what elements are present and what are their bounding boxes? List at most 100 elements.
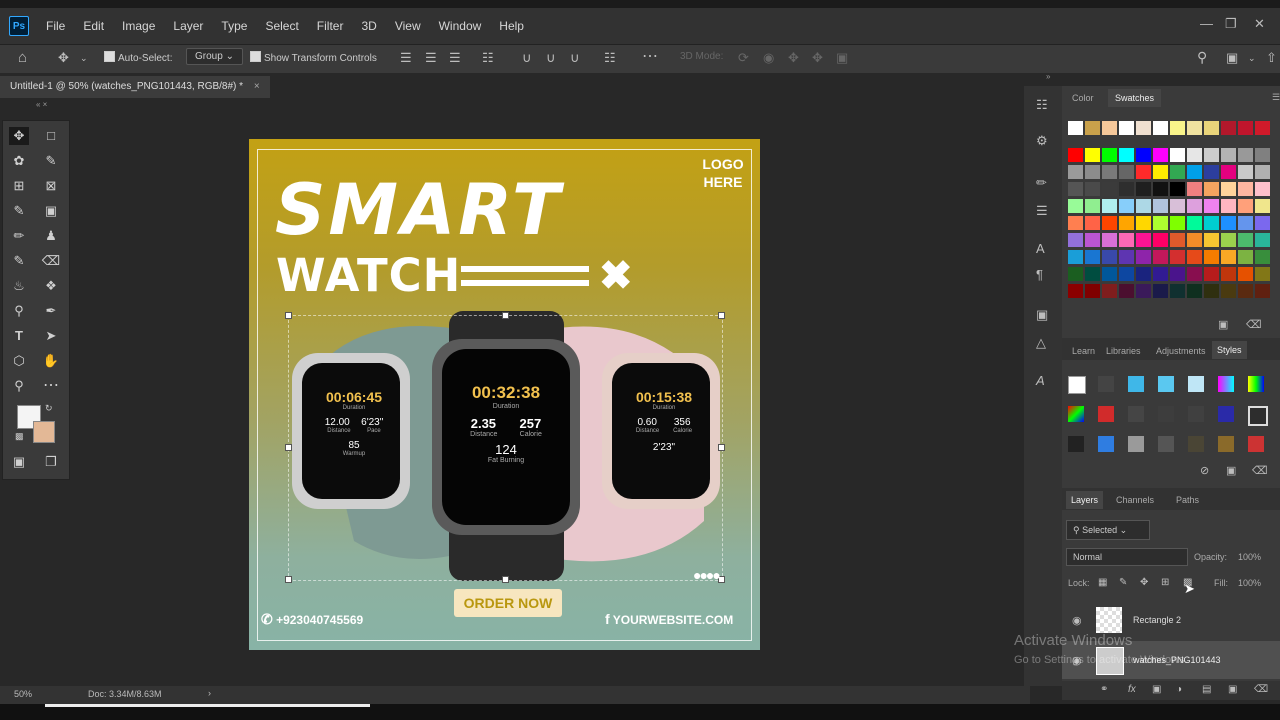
photoshop-app-icon[interactable]: Ps: [9, 16, 29, 36]
swatch[interactable]: [1153, 182, 1168, 196]
swatch[interactable]: [1102, 284, 1117, 298]
align-top-icon[interactable]: ☷: [482, 51, 494, 65]
swatch[interactable]: [1170, 121, 1185, 135]
menu-window[interactable]: Window: [430, 19, 491, 33]
swatch[interactable]: [1170, 267, 1185, 281]
chevron-down-icon[interactable]: ⌄: [80, 51, 88, 65]
swatch[interactable]: [1153, 233, 1168, 247]
swatch[interactable]: [1187, 233, 1202, 247]
style-item[interactable]: [1218, 436, 1234, 452]
delete-layer-icon[interactable]: ⌫: [1254, 683, 1268, 697]
frame-tool-icon[interactable]: ⊠: [41, 177, 61, 195]
tab-adjustments[interactable]: Adjustments: [1156, 346, 1206, 356]
swatch[interactable]: [1136, 148, 1151, 162]
swatch[interactable]: [1068, 284, 1083, 298]
swatch[interactable]: [1204, 233, 1219, 247]
minimize-icon[interactable]: —: [1200, 16, 1213, 31]
swatch[interactable]: [1102, 148, 1117, 162]
home-icon[interactable]: ⌂: [18, 50, 27, 65]
search-icon[interactable]: ⚲: [1197, 50, 1207, 64]
type-tool-icon[interactable]: T: [9, 327, 29, 345]
swatch[interactable]: [1204, 250, 1219, 264]
blend-mode-dropdown[interactable]: Normal: [1066, 548, 1188, 566]
paint-bucket-tool-icon[interactable]: ♨: [9, 277, 29, 295]
chevron-right-icon[interactable]: ›: [208, 688, 211, 698]
eraser-tool-icon[interactable]: ⌫: [41, 252, 61, 270]
quick-mask-icon[interactable]: ▣: [9, 453, 29, 471]
swatch[interactable]: [1085, 165, 1100, 179]
swatch[interactable]: [1085, 216, 1100, 230]
swatch[interactable]: [1136, 267, 1151, 281]
swatch[interactable]: [1187, 121, 1202, 135]
style-item[interactable]: [1158, 406, 1174, 422]
new-style-icon[interactable]: ▣: [1226, 464, 1236, 478]
swatch[interactable]: [1221, 182, 1236, 196]
swatch[interactable]: [1153, 267, 1168, 281]
swatch[interactable]: [1238, 250, 1253, 264]
close-tab-icon[interactable]: ×: [254, 81, 260, 92]
swatch[interactable]: [1153, 148, 1168, 162]
swatch[interactable]: [1102, 250, 1117, 264]
swatch[interactable]: [1204, 121, 1219, 135]
swatch[interactable]: [1255, 148, 1270, 162]
swatch[interactable]: [1136, 284, 1151, 298]
menu-edit[interactable]: Edit: [74, 19, 113, 33]
style-item[interactable]: [1218, 406, 1234, 422]
transform-handle[interactable]: [285, 312, 292, 319]
auto-select-dropdown[interactable]: Group ⌄: [186, 48, 243, 65]
path-select-tool-icon[interactable]: ➤: [41, 327, 61, 345]
tab-channels[interactable]: Channels: [1116, 495, 1154, 505]
swatch[interactable]: [1170, 216, 1185, 230]
transform-handle[interactable]: [718, 312, 725, 319]
swatch[interactable]: [1085, 284, 1100, 298]
menu-image[interactable]: Image: [113, 19, 164, 33]
swatch[interactable]: [1170, 250, 1185, 264]
menu-filter[interactable]: Filter: [308, 19, 353, 33]
swatch[interactable]: [1068, 121, 1083, 135]
swatch[interactable]: [1119, 121, 1134, 135]
swatch[interactable]: [1153, 250, 1168, 264]
swatch[interactable]: [1187, 148, 1202, 162]
menu-view[interactable]: View: [386, 19, 430, 33]
swatch[interactable]: [1136, 216, 1151, 230]
swap-colors-icon[interactable]: ↻: [45, 403, 53, 414]
adjustment-icon[interactable]: ☰: [1036, 204, 1048, 218]
zoom-tool-icon[interactable]: ⚲: [9, 377, 29, 395]
swatch[interactable]: [1102, 233, 1117, 247]
restore-icon[interactable]: ❐: [1225, 16, 1237, 32]
distribute-bottom-icon[interactable]: ∪: [570, 51, 580, 65]
swatch[interactable]: [1068, 216, 1083, 230]
panel-collapse-icon[interactable]: »: [1046, 72, 1050, 81]
swatch[interactable]: [1255, 284, 1270, 298]
swatch[interactable]: [1136, 182, 1151, 196]
swatch[interactable]: [1068, 165, 1083, 179]
more-options-icon[interactable]: ⋯: [642, 49, 658, 65]
swatch[interactable]: [1119, 233, 1134, 247]
swatch[interactable]: [1119, 148, 1134, 162]
menu-file[interactable]: File: [37, 19, 74, 33]
shape-tool-icon[interactable]: ⬡: [9, 352, 29, 370]
swatch[interactable]: [1119, 284, 1134, 298]
style-item[interactable]: [1248, 406, 1268, 426]
workspace-icon[interactable]: ▣: [1226, 51, 1238, 65]
swatch[interactable]: [1068, 250, 1083, 264]
swatch[interactable]: [1187, 284, 1202, 298]
lock-transparent-icon[interactable]: ▦: [1098, 576, 1107, 590]
swatch[interactable]: [1153, 284, 1168, 298]
swatch[interactable]: [1068, 233, 1083, 247]
new-group-icon[interactable]: ▤: [1202, 683, 1211, 697]
panel-menu-icon[interactable]: ☰: [1272, 92, 1280, 103]
swatch[interactable]: [1102, 199, 1117, 213]
swatch[interactable]: [1255, 250, 1270, 264]
swatch[interactable]: [1204, 182, 1219, 196]
tab-layers[interactable]: Layers: [1066, 491, 1104, 509]
swatch[interactable]: [1085, 199, 1100, 213]
transform-handle[interactable]: [502, 576, 509, 583]
document-canvas[interactable]: LOGO HERE SMART WATCH ✖ 00:06:45 Duratio…: [249, 139, 760, 650]
swatch[interactable]: [1255, 182, 1270, 196]
style-item[interactable]: [1188, 436, 1204, 452]
adjustment-layer-icon[interactable]: ◑: [1176, 683, 1182, 697]
swatch[interactable]: [1221, 250, 1236, 264]
style-item[interactable]: [1098, 436, 1114, 452]
style-item[interactable]: [1068, 406, 1084, 422]
